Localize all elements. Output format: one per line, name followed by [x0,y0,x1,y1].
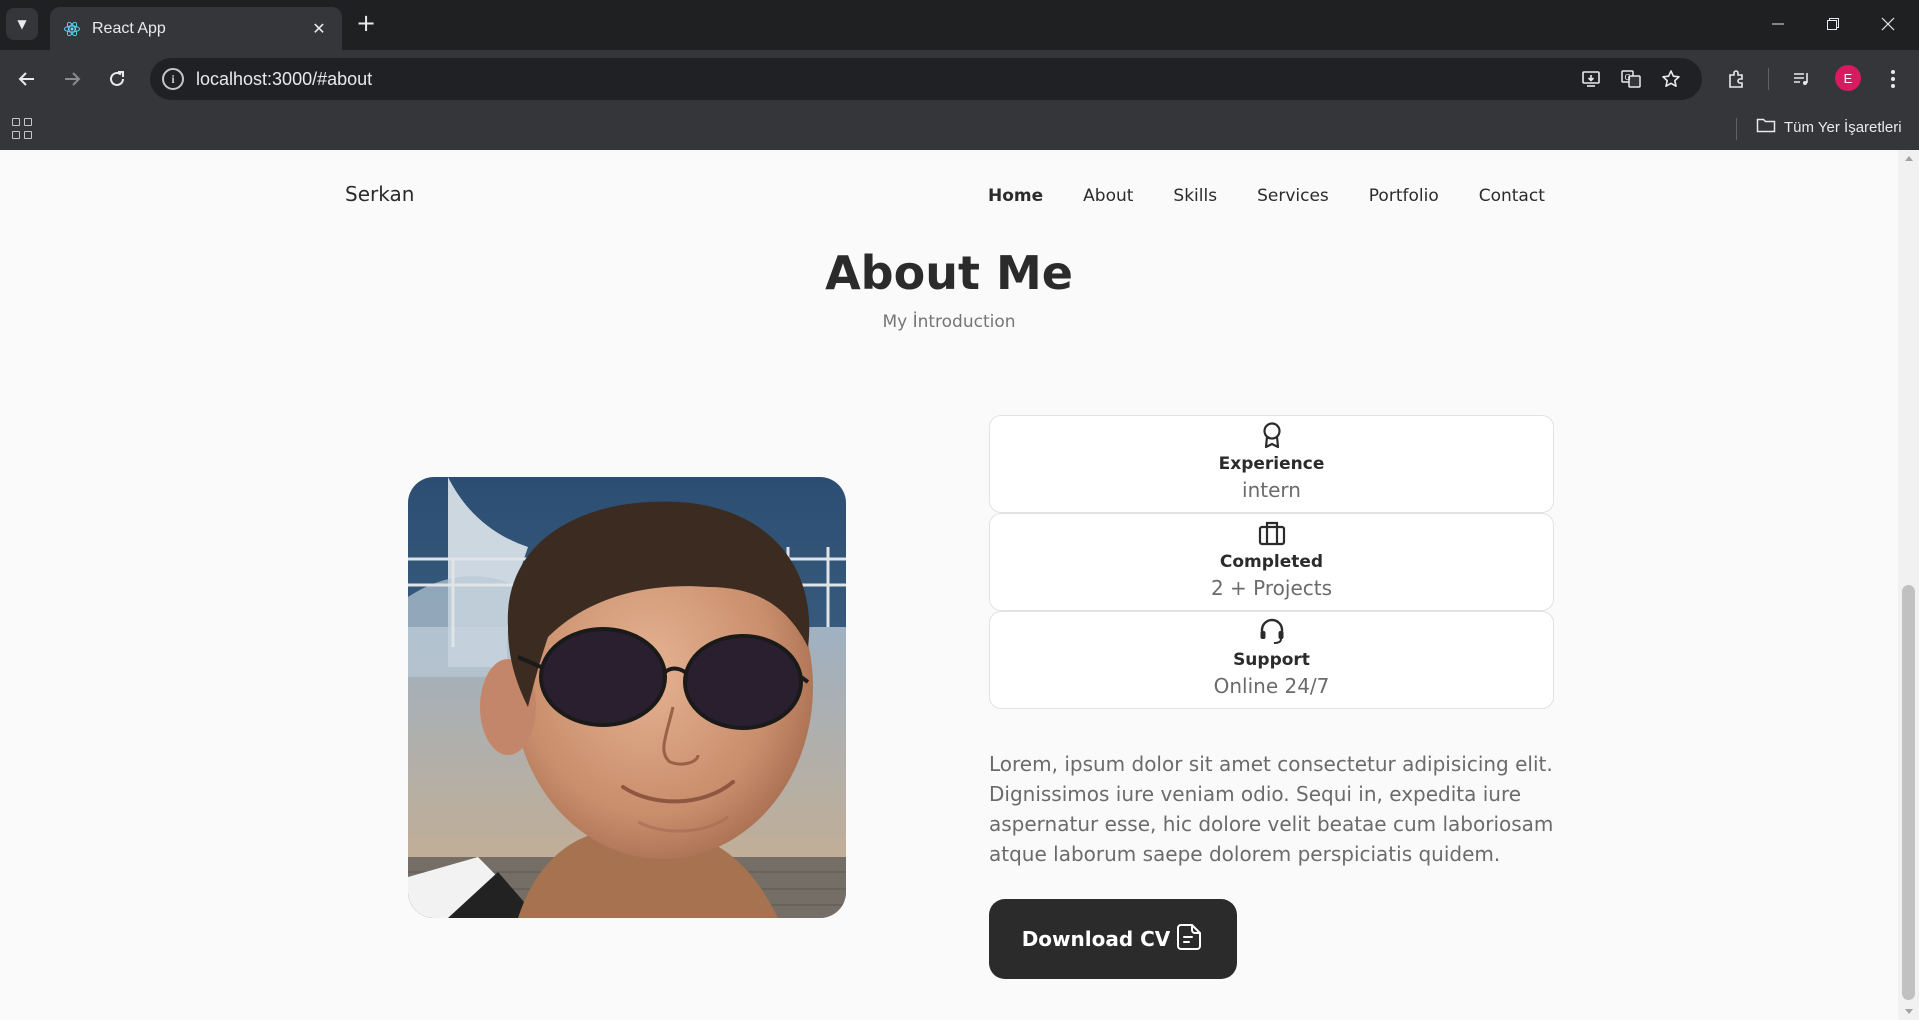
forward-button[interactable] [54,61,90,97]
section-title: About Me [825,246,1073,300]
main-nav: Home About Skills Services Portfolio Con… [988,186,1545,206]
reload-button[interactable] [99,61,135,97]
back-button[interactable] [9,61,45,97]
all-bookmarks-folder[interactable]: Tüm Yer İşaretleri [1756,117,1902,137]
card-value: Online 24/7 [1213,674,1330,698]
nav-link-home[interactable]: Home [988,186,1043,206]
nav-link-portfolio[interactable]: Portfolio [1369,186,1439,206]
url-text[interactable]: localhost:3000/#about [196,69,372,90]
new-tab-button[interactable]: + [352,10,380,38]
about-description: Lorem, ipsum dolor sit amet consectetur … [989,752,1554,866]
page-scrollbar[interactable] [1898,150,1919,1020]
briefcase-icon [1257,518,1287,548]
minimize-button[interactable] [1752,6,1804,42]
site-logo[interactable]: Serkan [345,182,414,206]
tab-search-button[interactable]: ▼ [6,8,38,40]
close-tab-icon[interactable]: ✕ [308,19,330,38]
folder-icon [1756,117,1776,137]
media-control-icon[interactable] [1788,65,1816,93]
scroll-down-arrow-icon[interactable] [1905,1009,1913,1014]
scroll-up-arrow-icon[interactable] [1905,156,1913,161]
all-bookmarks-label: Tüm Yer İşaretleri [1784,118,1902,136]
headset-icon [1257,616,1287,646]
card-title: Support [1233,650,1310,670]
more-menu-icon[interactable] [1879,65,1907,93]
close-window-button[interactable] [1862,6,1914,42]
nav-link-about[interactable]: About [1083,186,1133,206]
react-logo-icon [62,19,82,39]
nav-link-skills[interactable]: Skills [1173,186,1217,206]
scrollbar-thumb[interactable] [1902,585,1915,1000]
extensions-icon[interactable] [1722,65,1750,93]
site-info-icon[interactable]: i [162,68,184,90]
nav-link-contact[interactable]: Contact [1479,186,1545,206]
download-cv-label: Download CV [1021,927,1171,951]
award-icon [1257,420,1287,450]
apps-grid-icon[interactable] [12,118,34,140]
svg-text:G: G [1625,73,1631,82]
section-subtitle: My İntroduction [882,312,1016,332]
support-card: Support Online 24/7 [989,611,1554,709]
toolbar-separator [1768,68,1769,90]
install-app-icon[interactable] [1578,66,1604,92]
bookmark-star-icon[interactable] [1658,66,1684,92]
page-viewport: Serkan Home About Skills Services Portfo… [0,150,1898,1020]
download-cv-button[interactable]: Download CV [989,899,1237,979]
browser-toolbar: i localhost:3000/#about G E [0,50,1919,108]
restore-button[interactable] [1807,6,1859,42]
card-title: Experience [1218,454,1325,474]
completed-card: Completed 2 + Projects [989,513,1554,611]
tab-strip: ▼ React App ✕ + [0,0,1919,50]
profile-avatar[interactable]: E [1835,65,1861,91]
experience-card: Experience intern [989,415,1554,513]
card-value: intern [1242,478,1301,502]
browser-tab[interactable]: React App ✕ [50,7,342,50]
bookmarks-separator [1736,118,1737,140]
profile-photo [408,477,846,918]
tab-title: React App [92,19,166,37]
bookmarks-bar: Tüm Yer İşaretleri [0,108,1919,150]
chevron-down-icon: ▼ [17,17,27,31]
card-title: Completed [1219,552,1324,572]
nav-link-services[interactable]: Services [1257,186,1329,206]
address-bar[interactable]: i localhost:3000/#about G [150,58,1702,100]
translate-icon[interactable]: G [1618,66,1644,92]
document-icon [1174,922,1204,956]
card-value: 2 + Projects [1210,576,1333,600]
